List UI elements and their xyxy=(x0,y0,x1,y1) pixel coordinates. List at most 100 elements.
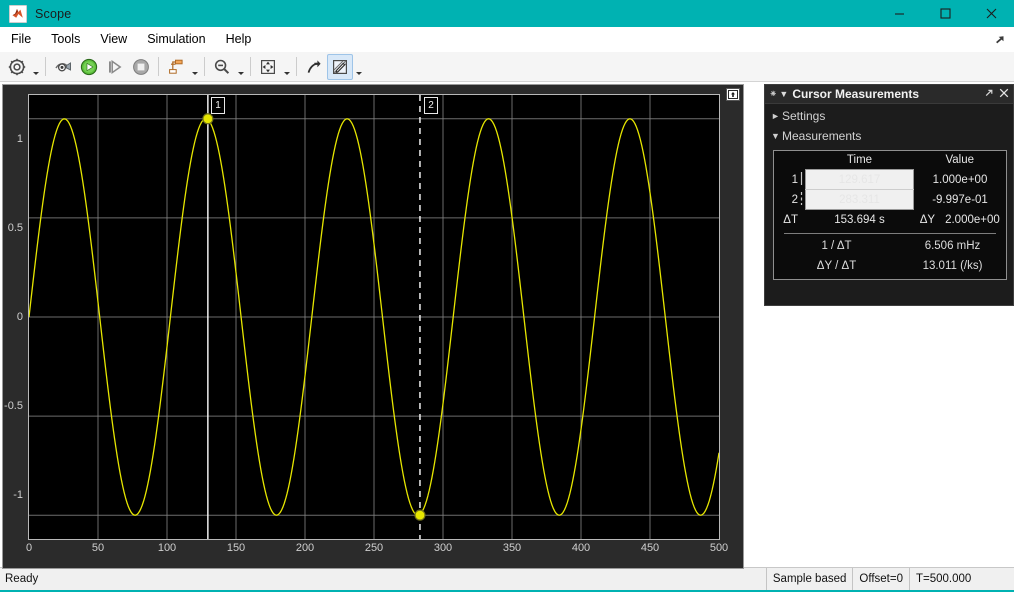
settings-section-label: Settings xyxy=(782,109,826,123)
status-cells: Sample based Offset=0 T=500.000 xyxy=(765,568,1014,590)
cursor-measurements-panel: ⁕ ▼ Cursor Measurements ► Settings ▼ Mea… xyxy=(764,84,1014,306)
cursor-2-value: -9.997e-01 xyxy=(932,193,988,206)
delta-y-value: 2.000e+00 xyxy=(945,213,1000,226)
window-title: Scope xyxy=(35,6,72,21)
delta-spacer xyxy=(798,210,806,231)
cursor-measurements-caret-icon[interactable] xyxy=(353,51,364,82)
configuration-properties-icon[interactable] xyxy=(4,54,30,80)
panel-grip-icon[interactable]: ⁕ xyxy=(769,89,777,100)
panel-splitter[interactable] xyxy=(744,82,764,567)
zoom-caret-icon[interactable] xyxy=(235,51,246,82)
cursor-panel-title: Cursor Measurements xyxy=(792,87,920,101)
status-sample-mode: Sample based xyxy=(765,568,853,590)
splitter-grip-icon[interactable] xyxy=(748,316,755,364)
delta-y-label: ΔY xyxy=(919,213,936,226)
close-icon[interactable] xyxy=(999,85,1009,103)
status-bar: Ready Sample based Offset=0 T=500.000 xyxy=(0,567,1014,590)
zoom-out-icon[interactable] xyxy=(209,54,235,80)
y-tick-label: 1 xyxy=(16,132,23,145)
header-value: Value xyxy=(945,154,975,167)
x-tick-label: 250 xyxy=(364,542,384,554)
x-tick-label: 450 xyxy=(640,542,660,554)
status-offset: Offset=0 xyxy=(852,568,909,590)
menu-simulation[interactable]: Simulation xyxy=(138,30,214,48)
menu-file[interactable]: File xyxy=(2,30,40,48)
undock-arrow-icon[interactable] xyxy=(990,30,1008,48)
y-axis-labels: 1 0.5 0 -0.5 -1 xyxy=(3,94,26,540)
signal-selector-caret-icon[interactable] xyxy=(189,51,200,82)
measurements-section-label: Measurements xyxy=(782,129,862,143)
step-forward-icon[interactable] xyxy=(102,54,128,80)
slope-value: 13.011 (/ks) xyxy=(922,260,983,272)
cursor-1-time-value[interactable]: 129.617 xyxy=(805,169,914,190)
menu-help[interactable]: Help xyxy=(217,30,261,48)
configuration-caret-icon[interactable] xyxy=(30,51,41,82)
x-tick-label: 500 xyxy=(709,542,729,554)
cursor-measurements-icon[interactable] xyxy=(327,53,353,80)
close-button[interactable] xyxy=(968,0,1014,27)
cursor-2-index: 2 xyxy=(791,193,798,206)
simulink-print-icon[interactable] xyxy=(50,54,76,80)
cursor-2-line-style-icon xyxy=(798,190,806,210)
cursor-panel-body: ► Settings ▼ Measurements Time Value 1 1… xyxy=(765,104,1013,305)
menu-tools[interactable]: Tools xyxy=(42,30,89,48)
cursor-panel-title-bar[interactable]: ⁕ ▼ Cursor Measurements xyxy=(765,85,1013,104)
maximize-axes-icon[interactable] xyxy=(726,88,740,101)
settings-section-header[interactable]: ► Settings xyxy=(765,106,1013,126)
minimize-button[interactable] xyxy=(876,0,922,27)
legend-icon[interactable] xyxy=(301,54,327,80)
autoscale-icon[interactable] xyxy=(255,54,281,80)
table-divider xyxy=(784,233,996,234)
measurements-table: Time Value 1 129.617 1.000e+00 2 283.311… xyxy=(774,151,1006,230)
table-row[interactable]: 2 283.311 -9.997e-01 xyxy=(774,189,1006,210)
signal-selector-icon[interactable] xyxy=(163,54,189,80)
window-controls xyxy=(876,0,1014,27)
autoscale-caret-icon[interactable] xyxy=(281,51,292,82)
panel-expand-triangle-icon[interactable]: ▼ xyxy=(779,89,788,99)
measurements-table-box: Time Value 1 129.617 1.000e+00 2 283.311… xyxy=(773,150,1007,280)
cursor-1-line-style-icon xyxy=(798,170,806,190)
table-row[interactable]: 1 129.617 1.000e+00 xyxy=(774,169,1006,190)
delta-t-label: ΔT xyxy=(783,213,798,226)
ratio-row-inverse-delta-t: 1 / ΔT 6.506 mHz xyxy=(774,236,1006,256)
x-tick-label: 50 xyxy=(91,542,105,554)
chevron-down-icon: ▼ xyxy=(771,131,780,141)
y-tick-label: -0.5 xyxy=(4,399,23,412)
status-simulation-time: T=500.000 xyxy=(909,568,1014,590)
table-header-row: Time Value xyxy=(774,151,1006,170)
run-icon[interactable] xyxy=(76,54,102,80)
matlab-logo-icon xyxy=(9,4,27,23)
y-tick-label: -1 xyxy=(13,489,23,502)
cursor-2-label[interactable]: 2 xyxy=(424,97,438,114)
x-tick-label: 150 xyxy=(226,542,246,554)
status-ready-text: Ready xyxy=(5,573,39,585)
measurements-section-header[interactable]: ▼ Measurements xyxy=(765,126,1013,146)
header-time: Time xyxy=(846,154,873,166)
scope-plot-panel: 1 0.5 0 -0.5 -1 1 2 0 50 100 150 200 250 300 35… xyxy=(2,84,744,569)
toolbar-separator xyxy=(158,57,159,76)
scope-window: Scope File Tools View Simulation Help 1 … xyxy=(0,0,1014,592)
x-tick-label: 200 xyxy=(295,542,315,554)
stop-icon[interactable] xyxy=(128,54,154,80)
inverse-delta-t-value: 6.506 mHz xyxy=(924,240,981,252)
delta-row: ΔT 153.694 s ΔY 2.000e+00 xyxy=(774,210,1006,231)
cursor-1-value: 1.000e+00 xyxy=(932,173,988,186)
header-spacer xyxy=(774,151,798,170)
main-content: 1 0.5 0 -0.5 -1 1 2 0 50 100 150 200 250 300 35… xyxy=(0,82,1014,569)
y-tick-label: 0.5 xyxy=(7,222,23,235)
plot-axes[interactable] xyxy=(28,94,720,540)
toolbar-separator xyxy=(45,57,46,76)
cursor-1-label[interactable]: 1 xyxy=(211,97,225,114)
toolbar-separator xyxy=(296,57,297,76)
delta-y-group: ΔY 2.000e+00 xyxy=(914,210,1007,231)
cursor-2-time-value[interactable]: 283.311 xyxy=(805,189,914,210)
slope-label: ΔY / ΔT xyxy=(816,260,857,272)
x-tick-label: 400 xyxy=(571,542,591,554)
toolbar xyxy=(0,52,1014,82)
chevron-right-icon: ► xyxy=(771,111,780,121)
undock-icon[interactable] xyxy=(984,85,994,103)
header-spacer-mark xyxy=(798,151,806,170)
inverse-delta-t-label: 1 / ΔT xyxy=(821,240,852,252)
maximize-button[interactable] xyxy=(922,0,968,27)
menu-view[interactable]: View xyxy=(91,30,136,48)
